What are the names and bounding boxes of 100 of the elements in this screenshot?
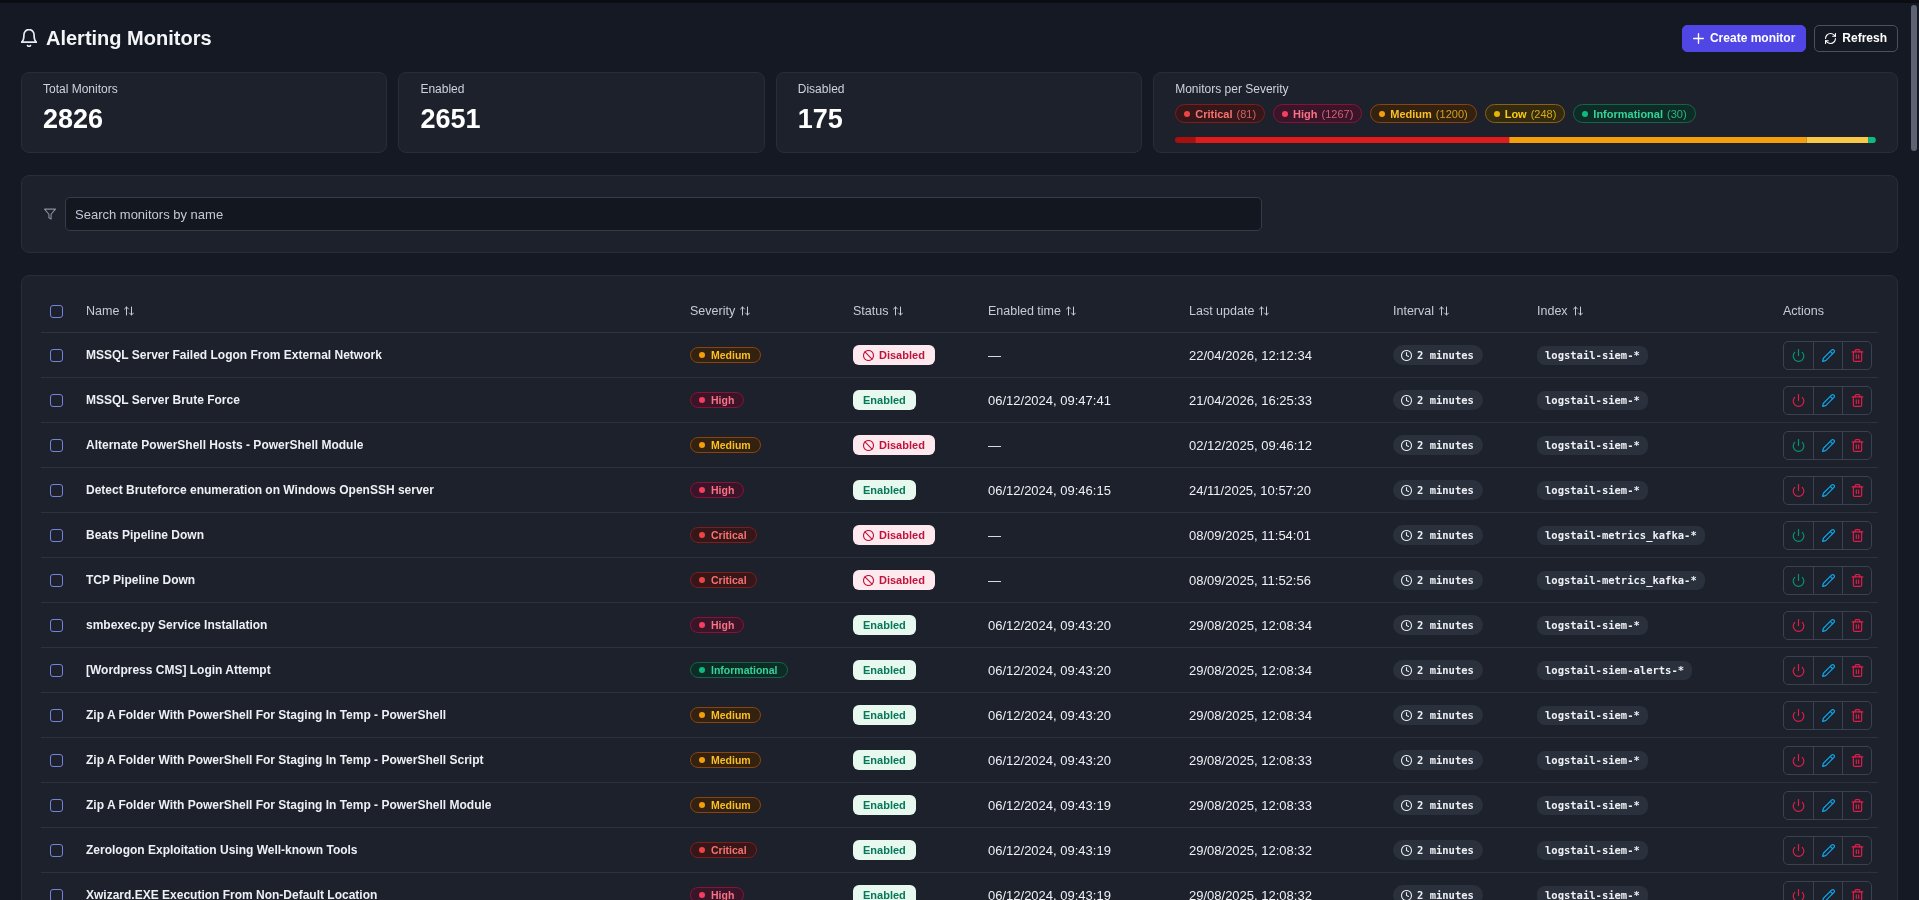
monitor-name: MSSQL Server Brute Force	[86, 393, 240, 407]
index-tag: logstail-siem-alerts-*	[1537, 660, 1693, 680]
stat-value: 2826	[43, 103, 105, 135]
plus-icon	[1692, 32, 1704, 44]
stat-value: 2651	[420, 103, 482, 135]
row-checkbox[interactable]	[50, 843, 63, 857]
status-label: Disabled	[879, 349, 925, 361]
enabled-time: 06/12/2024, 09:43:20	[988, 662, 1111, 678]
search-field[interactable]: Search monitors by name	[65, 197, 1262, 231]
severity-label: Critical	[711, 574, 747, 586]
severity-dot-icon	[699, 847, 705, 853]
column-header[interactable]: Index	[1537, 304, 1583, 318]
last-update: 08/09/2025, 11:52:56	[1189, 572, 1311, 588]
monitor-name: Beats Pipeline Down	[86, 528, 205, 542]
filter-icon	[44, 208, 56, 220]
row-checkbox[interactable]	[50, 618, 63, 632]
severity-label: High	[711, 484, 735, 496]
row-checkbox[interactable]	[50, 348, 63, 362]
trash-icon	[1850, 843, 1864, 857]
column-header[interactable]: Status	[853, 304, 904, 318]
row-checkbox[interactable]	[50, 798, 63, 812]
pencil-icon	[1821, 663, 1835, 677]
column-header[interactable]: Name	[86, 304, 135, 318]
sort-icon	[893, 306, 904, 316]
pencil-icon	[1821, 393, 1835, 407]
severity-dot-icon	[699, 442, 705, 448]
trash-icon	[1850, 888, 1864, 900]
scrollbar-thumb[interactable]	[1911, 5, 1917, 151]
pencil-icon	[1821, 348, 1835, 362]
clock-icon	[1401, 844, 1412, 856]
power-icon	[1792, 528, 1805, 542]
stat-label: Enabled	[420, 81, 466, 97]
trash-icon	[1850, 348, 1864, 362]
row-checkbox[interactable]	[50, 483, 63, 497]
column-header[interactable]: Last update	[1189, 304, 1270, 318]
column-header[interactable]: Severity	[690, 304, 751, 318]
monitor-name: MSSQL Server Failed Logon From External Network	[86, 348, 382, 362]
enabled-time: —	[988, 572, 1001, 588]
column-header[interactable]: Enabled time	[988, 304, 1076, 318]
power-icon	[1792, 798, 1805, 812]
trash-icon	[1850, 483, 1864, 497]
interval-text: 2 minutes	[1417, 664, 1474, 676]
row-checkbox[interactable]	[50, 528, 63, 542]
severity-dot-icon	[699, 352, 705, 358]
enabled-time: —	[988, 437, 1001, 453]
trash-icon	[1850, 618, 1864, 632]
severity-dot-icon	[699, 802, 705, 808]
column-header[interactable]: Interval	[1393, 304, 1449, 318]
create-monitor-button[interactable]: Create monitor	[1681, 24, 1807, 52]
status-label: Enabled	[863, 754, 906, 766]
row-checkbox[interactable]	[50, 438, 63, 452]
clock-icon	[1401, 529, 1412, 541]
severity-count: (30)	[1667, 107, 1687, 120]
row-checkbox[interactable]	[50, 753, 63, 767]
severity-dot-icon	[699, 532, 705, 538]
index-tag: logstail-siem-*	[1537, 840, 1648, 860]
index-tag: logstail-siem-*	[1537, 480, 1648, 500]
severity-label: Critical	[711, 844, 747, 856]
status-label: Disabled	[879, 439, 925, 451]
severity-label: Medium	[711, 349, 751, 361]
bell-icon	[21, 29, 37, 47]
enabled-time: 06/12/2024, 09:46:15	[988, 482, 1111, 498]
interval-text: 2 minutes	[1417, 529, 1474, 541]
severity-name: Informational	[1593, 107, 1663, 120]
monitor-name: Zip A Folder With PowerShell For Staging In Temp - PowerShell Script	[86, 753, 484, 767]
status-label: Enabled	[863, 664, 906, 676]
interval-text: 2 minutes	[1417, 349, 1474, 361]
clock-icon	[1401, 709, 1412, 721]
severity-count: (1200)	[1435, 107, 1468, 120]
last-update: 29/08/2025, 12:08:34	[1189, 617, 1312, 633]
power-icon	[1792, 843, 1805, 857]
last-update: 22/04/2026, 12:12:34	[1189, 347, 1312, 363]
row-checkbox[interactable]	[50, 708, 63, 722]
row-checkbox[interactable]	[50, 573, 63, 587]
select-all-checkbox[interactable]	[50, 304, 63, 318]
severity-label: Informational	[711, 664, 778, 676]
row-checkbox[interactable]	[50, 663, 63, 677]
clock-icon	[1401, 349, 1412, 361]
stat-label: Total Monitors	[43, 81, 119, 97]
refresh-button[interactable]: Refresh	[1814, 24, 1898, 52]
row-checkbox[interactable]	[50, 393, 63, 407]
last-update: 29/08/2025, 12:08:32	[1189, 842, 1312, 858]
interval-text: 2 minutes	[1417, 484, 1474, 496]
severity-name: Medium	[1390, 107, 1432, 120]
stat-value: 175	[797, 103, 844, 135]
sort-icon	[1065, 306, 1076, 316]
sort-icon	[1259, 306, 1270, 316]
severity-dot-icon	[699, 622, 705, 628]
power-icon	[1792, 753, 1805, 767]
interval-text: 2 minutes	[1417, 754, 1474, 766]
column-header: Actions	[1783, 304, 1824, 318]
status-label: Enabled	[863, 484, 906, 496]
clock-icon	[1401, 484, 1412, 496]
clock-icon	[1401, 394, 1412, 406]
monitor-name: Detect Bruteforce enumeration on Windows OpenSSH server	[86, 483, 434, 497]
row-checkbox[interactable]	[50, 888, 63, 900]
last-update: 29/08/2025, 12:08:33	[1189, 797, 1312, 813]
trash-icon	[1850, 798, 1864, 812]
clock-icon	[1401, 799, 1412, 811]
status-label: Enabled	[863, 889, 906, 900]
